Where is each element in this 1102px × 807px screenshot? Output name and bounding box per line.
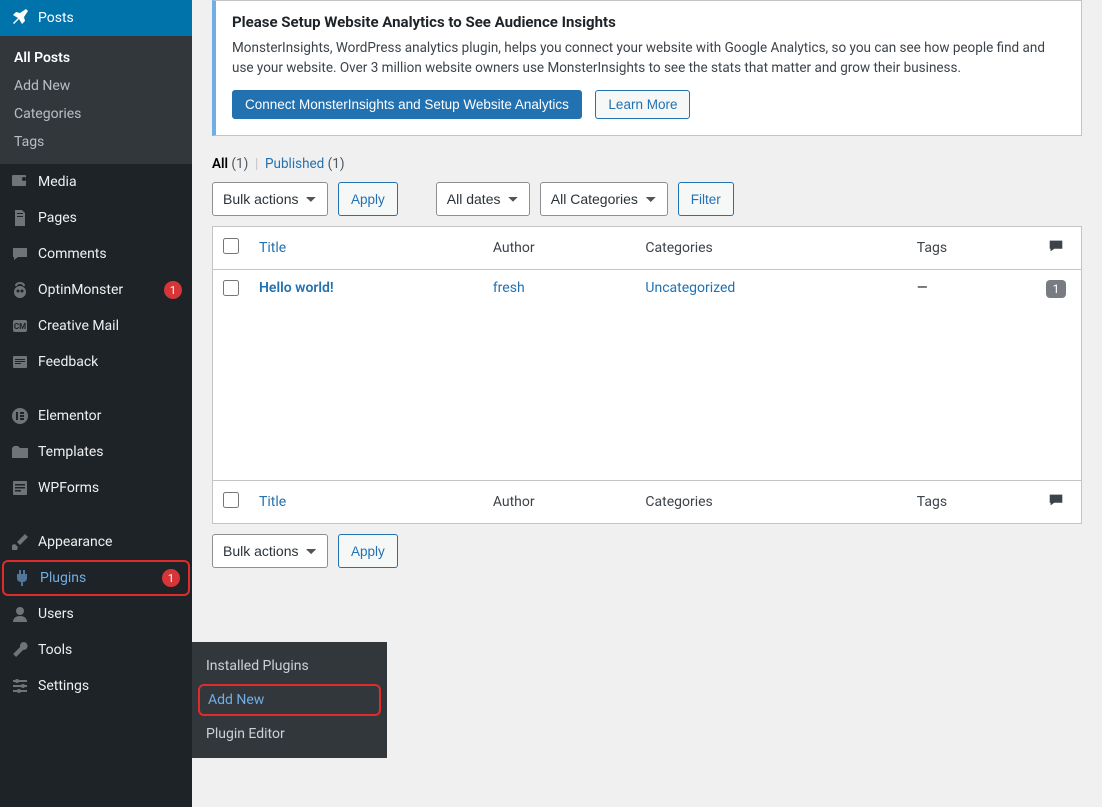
row-checkbox[interactable] bbox=[223, 280, 239, 296]
menu-posts-label: Posts bbox=[38, 10, 182, 26]
post-category-link[interactable]: Uncategorized bbox=[645, 280, 735, 296]
menu-comments-label: Comments bbox=[38, 246, 182, 262]
pages-icon bbox=[10, 208, 30, 228]
col-tags: Tags bbox=[907, 227, 1031, 270]
submenu-tags[interactable]: Tags bbox=[0, 128, 192, 156]
elementor-icon bbox=[10, 406, 30, 426]
menu-optinmonster-label: OptinMonster bbox=[38, 282, 158, 298]
plugin-icon bbox=[12, 568, 32, 588]
post-tags: — bbox=[907, 270, 1031, 310]
menu-media-label: Media bbox=[38, 174, 182, 190]
menu-pages[interactable]: Pages bbox=[0, 200, 192, 236]
filter-published[interactable]: Published (1) bbox=[265, 156, 345, 172]
menu-templates[interactable]: Templates bbox=[0, 434, 192, 470]
filter-button[interactable]: Filter bbox=[678, 182, 734, 216]
posts-table: Title Author Categories Tags Hello world… bbox=[212, 226, 1082, 524]
menu-feedback[interactable]: Feedback bbox=[0, 344, 192, 380]
menu-posts[interactable]: Posts bbox=[0, 0, 192, 36]
connect-analytics-button[interactable]: Connect MonsterInsights and Setup Websit… bbox=[232, 90, 582, 119]
col-categories: Categories bbox=[635, 227, 906, 270]
col-author-foot: Author bbox=[483, 480, 636, 523]
post-status-filters: All (1) | Published (1) bbox=[212, 156, 1082, 172]
menu-plugins[interactable]: Plugins 1 bbox=[2, 560, 190, 596]
menu-elementor-label: Elementor bbox=[38, 408, 182, 424]
users-icon bbox=[10, 604, 30, 624]
flyout-installed-plugins[interactable]: Installed Plugins bbox=[192, 650, 387, 682]
top-toolbar: Bulk actions Apply All dates All Categor… bbox=[212, 182, 1082, 216]
notice-title: Please Setup Website Analytics to See Au… bbox=[232, 13, 1065, 31]
flyout-plugin-editor[interactable]: Plugin Editor bbox=[192, 718, 387, 750]
col-author: Author bbox=[483, 227, 636, 270]
col-categories-foot: Categories bbox=[635, 480, 906, 523]
templates-icon bbox=[10, 442, 30, 462]
submenu-add-new[interactable]: Add New bbox=[0, 72, 192, 100]
optinmonster-icon bbox=[10, 280, 30, 300]
creativemail-icon: CM bbox=[10, 316, 30, 336]
learn-more-button[interactable]: Learn More bbox=[595, 90, 690, 119]
category-filter-select[interactable]: All Categories bbox=[540, 182, 668, 216]
posts-submenu: All Posts Add New Categories Tags bbox=[0, 36, 192, 164]
menu-settings[interactable]: Settings bbox=[0, 668, 192, 704]
col-tags-foot: Tags bbox=[907, 480, 1031, 523]
menu-settings-label: Settings bbox=[38, 678, 182, 694]
notice-body: MonsterInsights, WordPress analytics plu… bbox=[232, 39, 1065, 78]
submenu-categories[interactable]: Categories bbox=[0, 100, 192, 128]
bulk-actions-select-bottom[interactable]: Bulk actions bbox=[212, 534, 328, 568]
menu-media[interactable]: Media bbox=[0, 164, 192, 200]
menu-users[interactable]: Users bbox=[0, 596, 192, 632]
post-comment-count[interactable]: 1 bbox=[1046, 280, 1067, 298]
flyout-add-new[interactable]: Add New bbox=[198, 684, 381, 716]
menu-plugins-label: Plugins bbox=[40, 570, 156, 586]
menu-creativemail-label: Creative Mail bbox=[38, 318, 182, 334]
menu-optinmonster[interactable]: OptinMonster 1 bbox=[0, 272, 192, 308]
menu-wpforms[interactable]: WPForms bbox=[0, 470, 192, 506]
menu-comments[interactable]: Comments bbox=[0, 236, 192, 272]
plugins-badge: 1 bbox=[162, 569, 180, 587]
admin-sidebar: Posts All Posts Add New Categories Tags … bbox=[0, 0, 192, 807]
menu-tools[interactable]: Tools bbox=[0, 632, 192, 668]
svg-text:CM: CM bbox=[14, 322, 26, 331]
col-title-foot[interactable]: Title bbox=[249, 480, 483, 523]
menu-wpforms-label: WPForms bbox=[38, 480, 182, 496]
media-icon bbox=[10, 172, 30, 192]
bottom-toolbar: Bulk actions Apply bbox=[212, 534, 1082, 568]
feedback-icon bbox=[10, 352, 30, 372]
wrench-icon bbox=[10, 640, 30, 660]
analytics-notice: Please Setup Website Analytics to See Au… bbox=[212, 0, 1082, 136]
menu-users-label: Users bbox=[38, 606, 182, 622]
submenu-all-posts[interactable]: All Posts bbox=[0, 44, 192, 72]
menu-feedback-label: Feedback bbox=[38, 354, 182, 370]
pin-icon bbox=[10, 8, 30, 28]
menu-elementor[interactable]: Elementor bbox=[0, 398, 192, 434]
brush-icon bbox=[10, 532, 30, 552]
col-comments[interactable] bbox=[1031, 227, 1081, 270]
apply-button-top[interactable]: Apply bbox=[338, 182, 398, 216]
post-author-link[interactable]: fresh bbox=[493, 280, 525, 296]
comments-icon bbox=[10, 244, 30, 264]
menu-pages-label: Pages bbox=[38, 210, 182, 226]
menu-appearance[interactable]: Appearance bbox=[0, 524, 192, 560]
menu-tools-label: Tools bbox=[38, 642, 182, 658]
select-all-bottom[interactable] bbox=[223, 492, 239, 508]
select-all-top[interactable] bbox=[223, 238, 239, 254]
plugins-flyout: Installed Plugins Add New Plugin Editor bbox=[192, 642, 387, 758]
col-title[interactable]: Title bbox=[249, 227, 483, 270]
col-comments-foot[interactable] bbox=[1031, 480, 1081, 523]
menu-appearance-label: Appearance bbox=[38, 534, 182, 550]
bulk-actions-select[interactable]: Bulk actions bbox=[212, 182, 328, 216]
apply-button-bottom[interactable]: Apply bbox=[338, 534, 398, 568]
optinmonster-badge: 1 bbox=[164, 281, 182, 299]
filter-all[interactable]: All (1) bbox=[212, 156, 248, 172]
menu-creativemail[interactable]: CM Creative Mail bbox=[0, 308, 192, 344]
wpforms-icon bbox=[10, 478, 30, 498]
date-filter-select[interactable]: All dates bbox=[436, 182, 530, 216]
post-title-link[interactable]: Hello world! bbox=[259, 280, 334, 296]
table-row: Hello world! fresh Uncategorized — 1 bbox=[213, 270, 1081, 310]
menu-templates-label: Templates bbox=[38, 444, 182, 460]
sliders-icon bbox=[10, 676, 30, 696]
